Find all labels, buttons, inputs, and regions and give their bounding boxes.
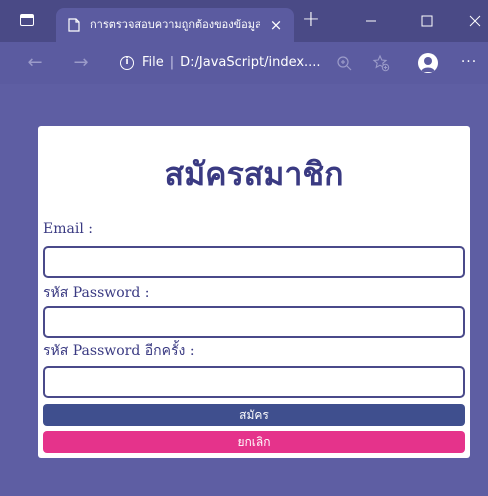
password-confirm-label: รหัส Password อีกครั้ง : [43,343,195,359]
email-field[interactable] [43,246,465,278]
file-label: File [142,55,164,70]
add-favorite-icon[interactable] [372,54,390,72]
password-label: รหัส Password : [43,285,150,301]
register-form: สมัครสมาชิก Email : รหัส Password : รหัส… [38,126,470,458]
browser-tab[interactable]: การตรวจสอบความถูกต้องของข้อมูลใน × [56,8,294,42]
email-label: Email : [43,221,93,237]
zoom-icon[interactable] [336,55,352,71]
browser-window: การตรวจสอบความถูกต้องของข้อมูลใน × + ← →… [0,0,488,496]
form-title: สมัครสมาชิก [164,155,344,193]
password-field[interactable] [43,306,465,338]
back-arrow-icon[interactable]: ← [24,52,46,74]
new-tab-icon[interactable]: + [300,9,322,32]
cancel-button[interactable]: ยกเลิก [43,431,465,453]
tab-close-icon[interactable]: × [266,15,286,35]
more-options-icon[interactable]: ··· [458,52,480,74]
maximize-icon[interactable] [416,10,438,32]
page-icon [68,18,80,32]
forward-arrow-icon[interactable]: → [70,52,92,74]
address-separator: | [169,55,175,70]
window-menu-icon[interactable] [20,14,34,26]
tab-title: การตรวจสอบความถูกต้องของข้อมูลใน [90,18,260,31]
url-field[interactable]: File | D:/JavaScript/index.... [142,54,321,72]
url-text: D:/JavaScript/index.... [180,55,321,70]
profile-icon [421,57,435,72]
tab-bar: การตรวจสอบความถูกต้องของข้อมูลใน × + [0,0,488,42]
submit-button[interactable]: สมัคร [43,404,465,426]
page-content: สมัครสมาชิก Email : รหัส Password : รหัส… [0,84,488,496]
info-icon[interactable]: i [120,56,134,70]
close-window-icon[interactable] [464,10,486,32]
password-confirm-field[interactable] [43,366,465,398]
profile-avatar[interactable] [418,53,438,73]
address-bar: ← → i File | D:/JavaScript/index.... ··· [0,42,488,84]
minimize-icon[interactable] [360,10,382,32]
